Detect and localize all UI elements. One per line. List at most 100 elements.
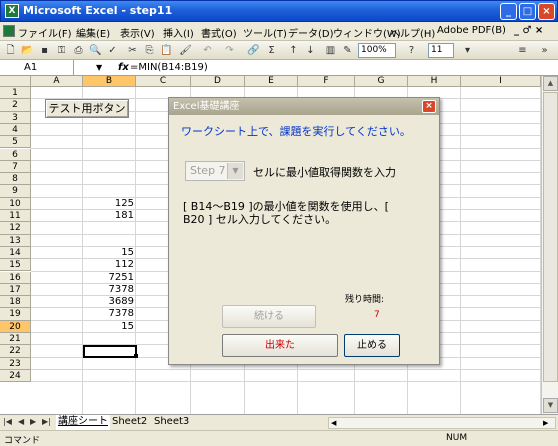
cell-b10[interactable]: 125 bbox=[83, 198, 136, 210]
formula-input[interactable]: =MIN(B14:B19) bbox=[130, 60, 208, 75]
row-header-19[interactable]: 19 bbox=[0, 308, 31, 321]
chart-wizard-icon[interactable]: ▥ bbox=[323, 43, 338, 58]
print-icon[interactable]: ⎙ bbox=[71, 43, 86, 58]
cell-b19[interactable]: 7378 bbox=[83, 308, 136, 320]
format-painter-icon[interactable]: 🖌 bbox=[178, 43, 193, 58]
first-sheet-icon[interactable]: |◀ bbox=[3, 417, 12, 426]
row-header-2[interactable]: 2 bbox=[0, 99, 31, 112]
row-header-22[interactable]: 22 bbox=[0, 345, 31, 358]
tab-lecture-sheet[interactable]: 講座シート bbox=[56, 415, 110, 430]
scroll-up-icon[interactable]: ▲ bbox=[543, 76, 558, 91]
column-header-e[interactable]: E bbox=[245, 76, 298, 87]
menu-format[interactable]: 書式(O) bbox=[201, 25, 237, 40]
scroll-down-icon[interactable]: ▼ bbox=[543, 398, 558, 413]
column-header-h[interactable]: H bbox=[408, 76, 461, 87]
print-preview-icon[interactable]: 🔍 bbox=[88, 43, 103, 58]
menu-help[interactable]: ヘルプ(H) bbox=[390, 25, 435, 40]
row-header-4[interactable]: 4 bbox=[0, 123, 31, 137]
menu-data[interactable]: データ(D) bbox=[288, 25, 334, 40]
align-icon[interactable]: ≡ bbox=[515, 43, 530, 58]
column-header-g[interactable]: G bbox=[355, 76, 408, 87]
continue-button[interactable]: 続ける bbox=[222, 305, 316, 328]
column-header-c[interactable]: C bbox=[136, 76, 191, 87]
sort-descending-icon[interactable]: ↓ bbox=[303, 43, 318, 58]
cell-b11[interactable]: 181 bbox=[83, 210, 136, 222]
maximize-button[interactable]: □ bbox=[519, 3, 536, 20]
row-header-23[interactable]: 23 bbox=[0, 357, 31, 370]
cell-b17[interactable]: 7378 bbox=[83, 284, 136, 296]
close-button[interactable]: × bbox=[538, 3, 555, 20]
row-header-7[interactable]: 7 bbox=[0, 160, 31, 174]
next-sheet-icon[interactable]: ▶ bbox=[30, 417, 36, 426]
font-size-select[interactable]: 11 bbox=[428, 43, 454, 58]
row-header-11[interactable]: 11 bbox=[0, 210, 31, 223]
row-header-20[interactable]: 20 bbox=[0, 320, 31, 333]
undo-icon[interactable]: ↶ bbox=[200, 43, 215, 58]
column-header-f[interactable]: F bbox=[298, 76, 355, 87]
step-select[interactable]: Step 7 ▼ bbox=[185, 161, 245, 181]
name-box[interactable]: A1 bbox=[2, 60, 74, 75]
row-header-3[interactable]: 3 bbox=[0, 111, 31, 124]
row-header-1[interactable]: 1 bbox=[0, 87, 31, 100]
row-header-9[interactable]: 9 bbox=[0, 185, 31, 198]
vertical-scrollbar[interactable]: ▲ ▼ bbox=[541, 76, 558, 414]
sort-ascending-icon[interactable]: ↑ bbox=[286, 43, 301, 58]
menu-adobe-pdf[interactable]: Adobe PDF(B) bbox=[437, 25, 506, 36]
open-icon[interactable]: 📂 bbox=[20, 43, 35, 58]
tab-sheet2[interactable]: Sheet2 bbox=[110, 415, 149, 430]
cell-b15[interactable]: 112 bbox=[83, 259, 136, 271]
row-header-12[interactable]: 12 bbox=[0, 222, 31, 235]
select-all-corner[interactable] bbox=[0, 76, 31, 87]
menu-insert[interactable]: 挿入(I) bbox=[163, 25, 194, 40]
menu-edit[interactable]: 編集(E) bbox=[76, 25, 110, 40]
chevron-down-icon[interactable]: ▼ bbox=[96, 60, 102, 75]
redo-icon[interactable]: ↷ bbox=[222, 43, 237, 58]
scroll-left-icon[interactable]: ◀ bbox=[331, 418, 336, 428]
row-header-21[interactable]: 21 bbox=[0, 333, 31, 346]
row-header-8[interactable]: 8 bbox=[0, 173, 31, 186]
fill-handle[interactable] bbox=[134, 354, 138, 358]
chevron-down-icon[interactable]: ▾ bbox=[460, 43, 475, 58]
document-icon[interactable] bbox=[3, 25, 15, 37]
autosum-icon[interactable]: Σ bbox=[264, 43, 279, 58]
test-button[interactable]: テスト用ボタン bbox=[45, 99, 129, 118]
scroll-right-icon[interactable]: ▶ bbox=[543, 418, 548, 428]
save-icon[interactable]: ▪ bbox=[37, 43, 52, 58]
column-header-b[interactable]: B bbox=[83, 76, 136, 87]
menu-tools[interactable]: ツール(T) bbox=[243, 25, 287, 40]
help-icon[interactable]: ? bbox=[404, 43, 419, 58]
new-icon[interactable]: 🗋 bbox=[3, 43, 18, 58]
insert-function-icon[interactable]: fx bbox=[118, 60, 129, 75]
horizontal-scrollbar[interactable]: ◀ ▶ bbox=[328, 417, 556, 429]
row-header-6[interactable]: 6 bbox=[0, 148, 31, 161]
done-button[interactable]: 出来た bbox=[222, 334, 338, 357]
scroll-thumb[interactable] bbox=[543, 92, 558, 382]
row-header-24[interactable]: 24 bbox=[0, 369, 31, 383]
stop-button[interactable]: 止める bbox=[344, 334, 400, 357]
dialog-close-icon[interactable]: × bbox=[422, 100, 436, 113]
row-header-5[interactable]: 5 bbox=[0, 136, 31, 149]
cell-b18[interactable]: 3689 bbox=[83, 296, 136, 308]
document-window-controls[interactable]: _ ♂ × bbox=[514, 25, 543, 36]
row-header-10[interactable]: 10 bbox=[0, 197, 31, 210]
cell-b16[interactable]: 7251 bbox=[83, 272, 136, 284]
copy-icon[interactable]: ⎘ bbox=[142, 43, 157, 58]
zoom-select[interactable]: 100% bbox=[358, 43, 396, 58]
prev-sheet-icon[interactable]: ◀ bbox=[18, 417, 24, 426]
row-header-15[interactable]: 15 bbox=[0, 259, 31, 272]
menu-file[interactable]: ファイル(F) bbox=[18, 25, 72, 40]
cell-b14[interactable]: 15 bbox=[83, 247, 136, 259]
tab-sheet3[interactable]: Sheet3 bbox=[152, 415, 191, 430]
chevron-down-icon[interactable]: ▼ bbox=[227, 163, 243, 179]
paste-icon[interactable]: 📋 bbox=[159, 43, 174, 58]
hyperlink-icon[interactable]: 🔗 bbox=[246, 43, 261, 58]
minimize-button[interactable]: _ bbox=[500, 3, 517, 20]
drawing-icon[interactable]: ✎ bbox=[340, 43, 355, 58]
row-header-14[interactable]: 14 bbox=[0, 246, 31, 260]
cut-icon[interactable]: ✂ bbox=[125, 43, 140, 58]
column-header-i[interactable]: I bbox=[461, 76, 541, 87]
row-header-18[interactable]: 18 bbox=[0, 296, 31, 309]
permission-icon[interactable]: ⚿ bbox=[54, 43, 69, 58]
cell-b20[interactable]: 15 bbox=[83, 321, 136, 333]
column-header-a[interactable]: A bbox=[31, 76, 83, 87]
